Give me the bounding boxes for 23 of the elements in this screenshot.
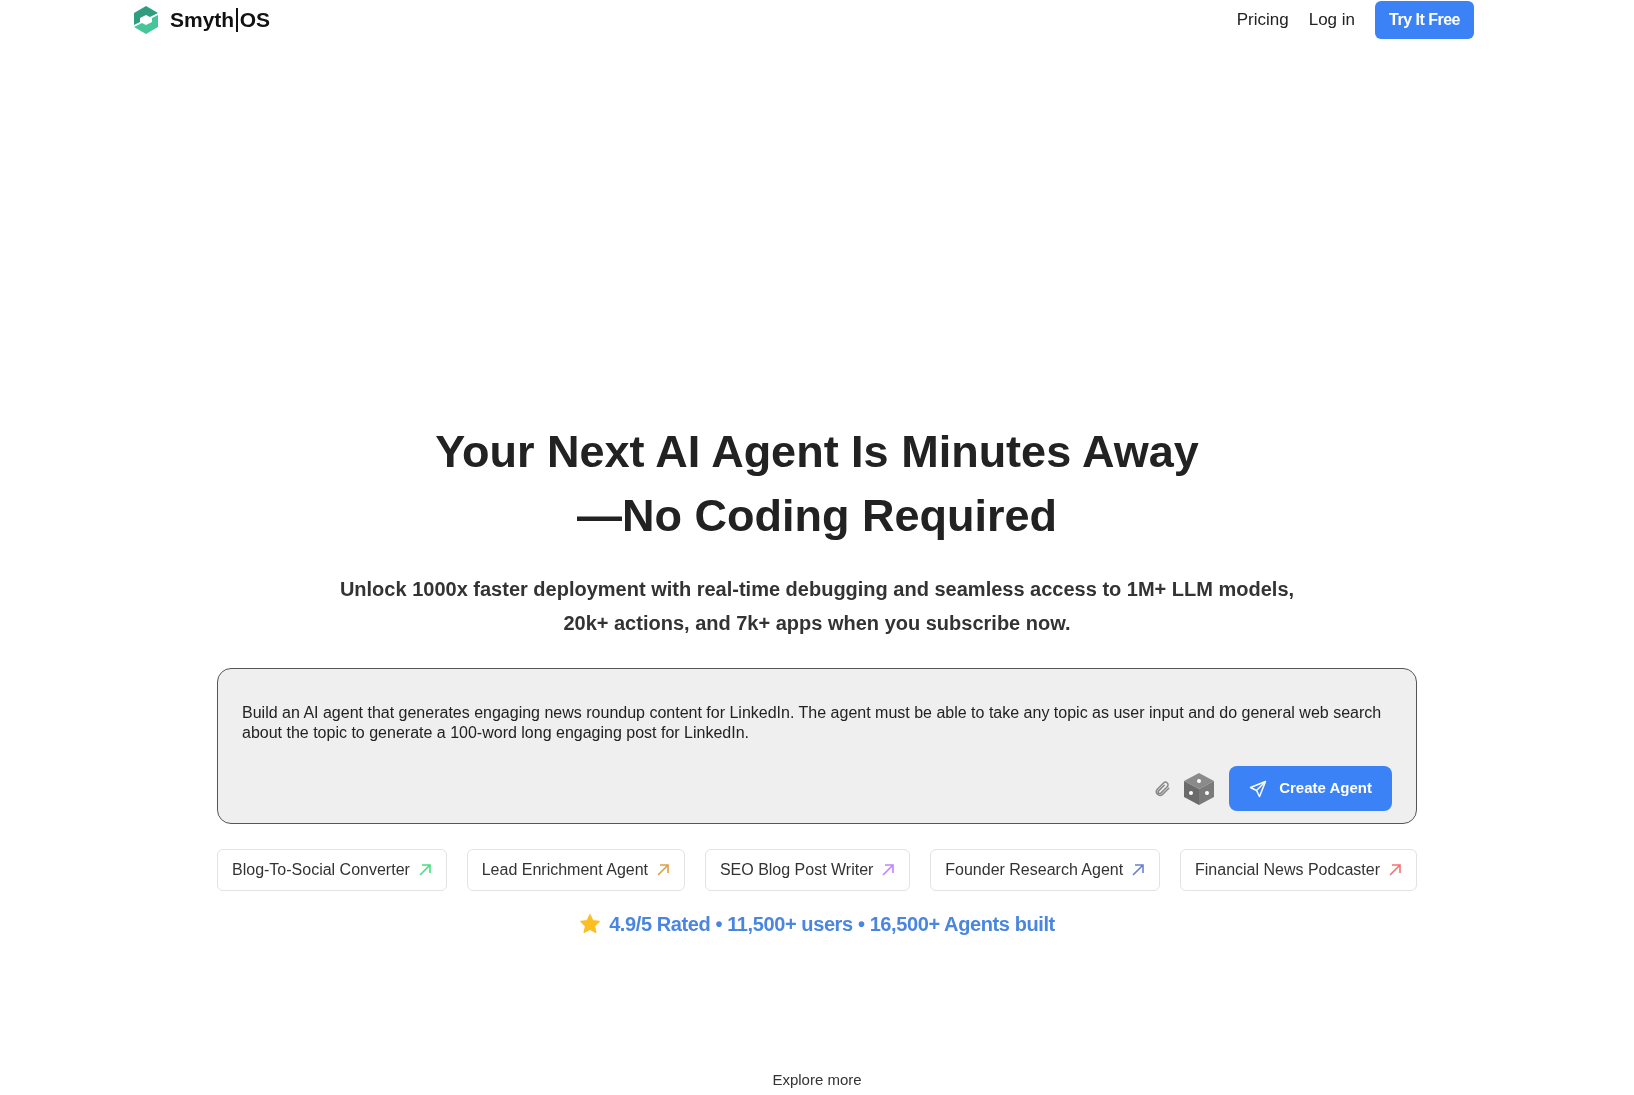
hero-subtitle: Unlock 1000x faster deployment with real-time debugging and seamless access to 1M+ LLM models,	[339, 577, 1295, 602]
send-icon	[1249, 779, 1268, 798]
attachment-icon[interactable]	[1153, 779, 1172, 798]
template-chip[interactable]: Founder Research Agent	[930, 849, 1161, 891]
try-free-button[interactable]: Try It Free	[1375, 1, 1474, 39]
template-chip[interactable]: Blog-To-Social Converter	[217, 849, 447, 891]
template-chip[interactable]: Financial News Podcaster	[1180, 849, 1417, 891]
template-chip[interactable]: SEO Blog Post Writer	[704, 849, 911, 891]
hero-heading: Your Next AI Agent Is Minutes Away	[435, 425, 1199, 479]
dice-icon[interactable]	[1183, 771, 1216, 806]
explore-more-link[interactable]: Explore more	[772, 1069, 862, 1092]
logo-text[interactable]: Smyth	[170, 4, 235, 36]
hero-heading: —No Coding Required	[577, 489, 1057, 543]
create-agent-button[interactable]: Create Agent	[1229, 766, 1392, 811]
prompt-field[interactable]	[217, 668, 1417, 824]
template-chip[interactable]: Lead Enrichment Agent	[466, 849, 686, 891]
hero-subtitle: 20k+ actions, and 7k+ apps when you subscribe now.	[563, 611, 1071, 636]
nav-link[interactable]: Pricing	[1232, 7, 1293, 33]
stats-text: 4.9/5 Rated • 11,500+ users • 16,500+ Agents built	[609, 912, 1055, 937]
prompt-text: Build an AI agent that generates engaging news roundup content for LinkedIn. The agent must be able to take any topic as user input and do general web search about the topic to generate a 100-word long engaging post for LinkedIn.	[242, 703, 1383, 743]
star-icon	[579, 913, 602, 935]
nav-link[interactable]: Log in	[1304, 7, 1359, 33]
logo-text[interactable]: OS	[239, 4, 271, 36]
